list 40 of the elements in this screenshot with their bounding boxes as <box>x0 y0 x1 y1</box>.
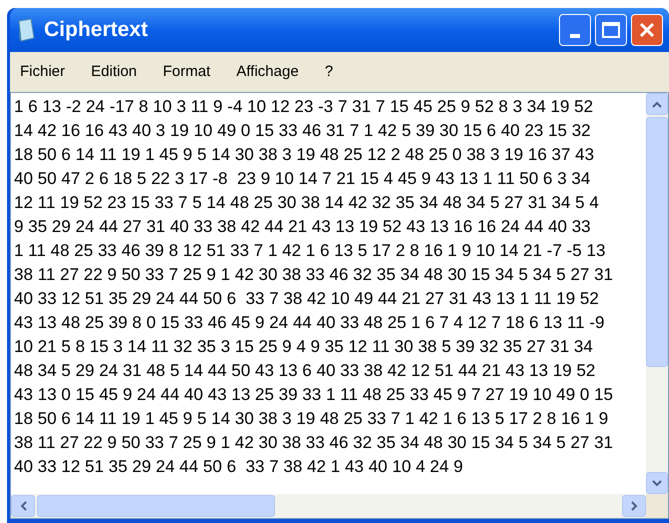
text-line: 38 11 27 22 9 50 33 7 25 9 1 42 30 38 33 46 32 35 34 48 30 15 34 5 34 5 27 31 <box>14 264 613 286</box>
scroll-right-button[interactable] <box>622 495 646 517</box>
text-line: 40 33 12 51 35 29 24 44 50 6 33 7 38 42 1 43 40 10 4 24 9 <box>14 456 464 478</box>
menu-item[interactable]: Edition <box>91 60 137 84</box>
vertical-scrollbar[interactable] <box>646 93 668 494</box>
text-line: 14 42 16 16 43 40 3 19 10 49 0 15 33 46 31 7 1 42 5 39 30 15 6 40 23 15 32 <box>14 120 591 142</box>
close-button[interactable] <box>631 14 663 46</box>
notepad-icon <box>16 18 36 42</box>
text-line: 9 35 29 24 44 27 31 40 33 38 42 44 21 43 13 19 52 43 13 16 16 24 44 40 33 <box>14 216 591 238</box>
horizontal-scrollbar[interactable] <box>11 494 646 518</box>
text-line: 48 34 5 29 24 31 48 5 14 44 50 43 13 6 40 33 38 42 12 51 44 21 43 13 19 52 <box>14 360 596 382</box>
scroll-thumb[interactable] <box>646 117 668 367</box>
text-line: 1 6 13 -2 24 -17 8 10 3 11 9 -4 10 12 23 -3 7 31 7 15 45 25 9 52 8 3 34 19 52 <box>14 96 594 118</box>
minimize-button[interactable] <box>559 14 591 46</box>
scroll-up-button[interactable] <box>646 93 668 115</box>
text-line: 18 50 6 14 11 19 1 45 9 5 14 30 38 3 19 48 25 33 7 1 42 1 6 13 5 17 2 8 16 1 9 <box>14 408 608 430</box>
scroll-left-button[interactable] <box>11 495 35 517</box>
text-line: 1 11 48 25 33 46 39 8 12 51 33 7 1 42 1 6 13 5 17 2 8 16 1 9 10 14 21 -7 -5 13 <box>14 240 606 262</box>
text-line: 43 13 48 25 39 8 0 15 33 46 45 9 24 44 40 33 48 25 1 6 7 4 12 7 18 6 13 11 -9 <box>14 312 604 334</box>
menu-item[interactable]: Affichage <box>236 60 299 84</box>
text-line: 10 21 5 8 15 3 14 11 32 35 3 15 25 9 4 9 35 12 11 30 38 5 39 32 35 27 31 34 <box>14 336 593 358</box>
chevron-up-icon <box>652 100 662 108</box>
text-line: 40 50 47 2 6 18 5 22 3 17 -8 23 9 10 14 7 21 15 4 45 9 43 13 1 11 50 6 3 34 <box>14 168 590 190</box>
text-line: 18 50 6 14 11 19 1 45 9 5 14 30 38 3 19 48 25 12 2 48 25 0 38 3 19 16 37 43 <box>14 144 594 166</box>
scroll-down-button[interactable] <box>646 472 668 494</box>
chevron-left-icon <box>20 501 26 511</box>
scroll-thumb[interactable] <box>37 495 275 517</box>
close-icon <box>638 21 656 39</box>
menu-item[interactable]: Format <box>162 60 210 84</box>
maximize-button[interactable] <box>595 14 627 46</box>
menu-item[interactable]: Fichier <box>20 60 66 84</box>
menu-item[interactable]: ? <box>324 60 334 84</box>
text-line: 40 33 12 51 35 29 24 44 50 6 33 7 38 42 10 49 44 21 27 31 43 13 1 11 19 52 <box>14 288 599 310</box>
window-title: Ciphertext <box>44 17 148 44</box>
resize-grip[interactable] <box>646 494 668 518</box>
text-line: 12 11 19 52 23 15 33 7 5 14 48 25 30 38 14 42 32 35 34 48 34 5 27 31 34 5 4 <box>14 192 599 214</box>
text-line: 43 13 0 15 45 9 24 44 40 43 13 25 39 33 1 11 48 25 33 45 9 7 27 19 10 49 0 15 <box>14 384 613 406</box>
chevron-down-icon <box>652 480 662 486</box>
text-line: 38 11 27 22 9 50 33 7 25 9 1 42 30 38 33 46 32 35 34 48 30 15 34 5 34 5 27 31 <box>14 432 613 454</box>
chevron-right-icon <box>630 501 638 511</box>
